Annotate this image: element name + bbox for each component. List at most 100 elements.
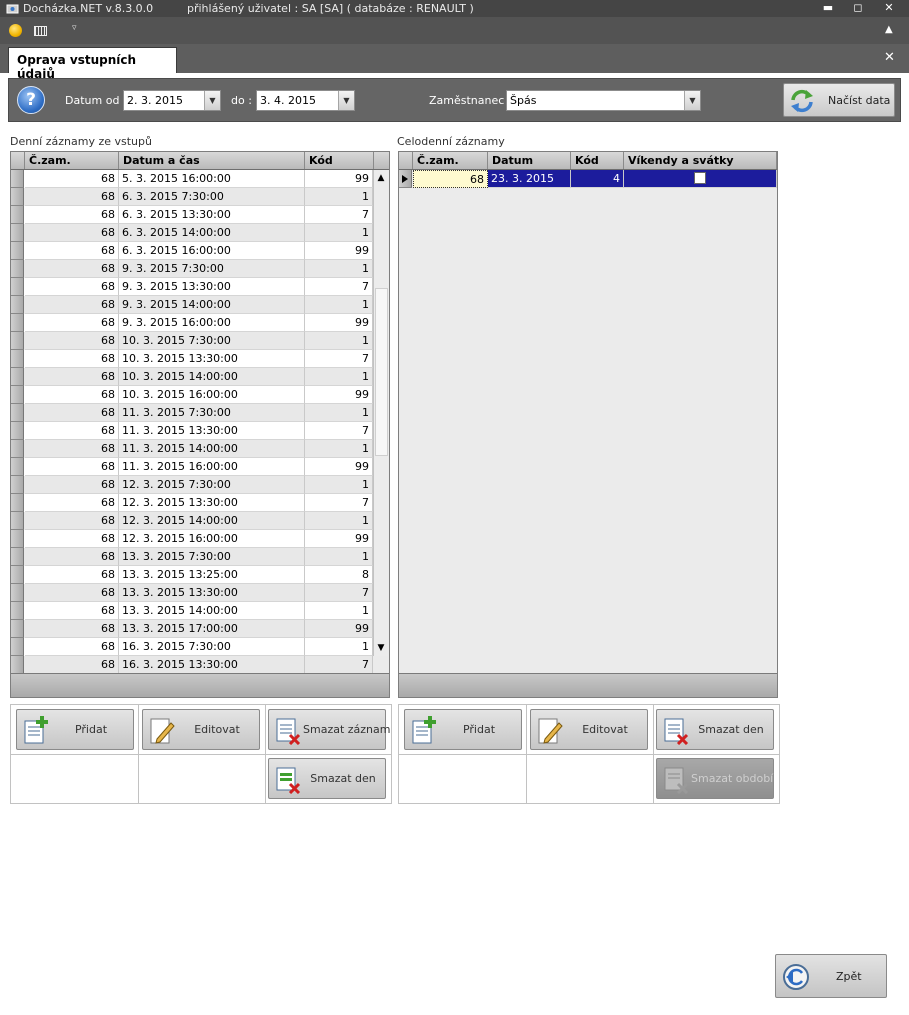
allday-add-button[interactable]: Přidat	[404, 709, 522, 750]
cell-employee-no[interactable]: 68	[25, 566, 119, 584]
cell-employee-no[interactable]: 68	[25, 620, 119, 638]
cell-datetime[interactable]: 13. 3. 2015 17:00:00	[119, 620, 305, 638]
cell-code[interactable]: 1	[305, 332, 373, 350]
cell-code[interactable]: 1	[305, 260, 373, 278]
cell-employee-no[interactable]: 68	[25, 494, 119, 512]
cell-employee-no[interactable]: 68	[25, 530, 119, 548]
chevron-down-icon[interactable]: ▼	[338, 91, 354, 110]
cell-employee-no[interactable]: 68	[25, 278, 119, 296]
column-header-datetime[interactable]: Datum a čas	[119, 152, 305, 169]
column-header-code[interactable]: Kód	[571, 152, 624, 169]
row-header[interactable]	[11, 188, 24, 206]
table-row[interactable]: 68 5. 3. 2015 16:00:00 99	[11, 170, 373, 188]
table-row[interactable]: 68 6. 3. 2015 13:30:00 7	[11, 206, 373, 224]
column-header-employee-no[interactable]: Č.zam.	[25, 152, 119, 169]
daily-delete-record-button[interactable]: Smazat záznam	[268, 709, 390, 750]
table-row[interactable]: 68 12. 3. 2015 16:00:00 99	[11, 530, 373, 548]
cell-code[interactable]: 7	[305, 206, 373, 224]
cell-code[interactable]: 7	[305, 422, 373, 440]
column-header-weekends-holidays[interactable]: Víkendy a svátky	[624, 152, 777, 169]
row-header[interactable]	[11, 242, 24, 260]
cell-code[interactable]: 1	[305, 440, 373, 458]
row-header[interactable]	[11, 278, 24, 296]
table-row[interactable]: 68 6. 3. 2015 7:30:00 1	[11, 188, 373, 206]
cell-code[interactable]: 1	[305, 404, 373, 422]
cell-code[interactable]: 7	[305, 350, 373, 368]
cell-code[interactable]: 1	[305, 548, 373, 566]
minimize-icon[interactable]: ▬	[819, 1, 837, 16]
cell-employee-no[interactable]: 68	[25, 512, 119, 530]
row-header[interactable]	[11, 494, 24, 512]
cell-employee-no[interactable]: 68	[25, 422, 119, 440]
daily-grid-scrollbar[interactable]: ▲ ▼	[373, 170, 388, 656]
table-row[interactable]: 68 11. 3. 2015 7:30:00 1	[11, 404, 373, 422]
cell-datetime[interactable]: 11. 3. 2015 16:00:00	[119, 458, 305, 476]
row-header[interactable]	[11, 458, 24, 476]
cell-datetime[interactable]: 9. 3. 2015 14:00:00	[119, 296, 305, 314]
column-header-code[interactable]: Kód	[305, 152, 374, 169]
cell-datetime[interactable]: 6. 3. 2015 16:00:00	[119, 242, 305, 260]
cell-code[interactable]: 8	[305, 566, 373, 584]
tab-oprava-vstupnich-udaju[interactable]: Oprava vstupních údajů	[8, 47, 177, 81]
table-row[interactable]: 68 12. 3. 2015 13:30:00 7	[11, 494, 373, 512]
table-row[interactable]: 68 10. 3. 2015 13:30:00 7	[11, 350, 373, 368]
table-row[interactable]: 68 13. 3. 2015 13:30:00 7	[11, 584, 373, 602]
cell-employee-no[interactable]: 68	[25, 386, 119, 404]
table-row[interactable]: 68 13. 3. 2015 13:25:00 8	[11, 566, 373, 584]
table-row[interactable]: 68 13. 3. 2015 17:00:00 99	[11, 620, 373, 638]
date-from-picker[interactable]: 2. 3. 2015 ▼	[123, 90, 221, 111]
allday-delete-period-button[interactable]: Smazat období	[656, 758, 774, 799]
table-row[interactable]: 68 9. 3. 2015 13:30:00 7	[11, 278, 373, 296]
cell-datetime[interactable]: 11. 3. 2015 13:30:00	[119, 422, 305, 440]
table-row[interactable]: 68 10. 3. 2015 7:30:00 1	[11, 332, 373, 350]
collapse-ribbon-icon[interactable]: ▲	[885, 24, 893, 35]
column-header-date[interactable]: Datum	[488, 152, 571, 169]
row-header[interactable]	[11, 224, 24, 242]
table-row[interactable]: 68 12. 3. 2015 14:00:00 1	[11, 512, 373, 530]
weekends-holidays-checkbox[interactable]	[694, 172, 706, 184]
table-row[interactable]: 68 12. 3. 2015 7:30:00 1	[11, 476, 373, 494]
cell-code[interactable]: 1	[305, 296, 373, 314]
cell-employee-no[interactable]: 68	[25, 584, 119, 602]
cell-code[interactable]: 1	[305, 638, 373, 656]
cell-code[interactable]: 7	[305, 584, 373, 602]
row-header[interactable]	[11, 368, 24, 386]
customize-toolbar-dropdown-icon[interactable]: ▿	[72, 23, 77, 33]
cell-code[interactable]: 7	[305, 494, 373, 512]
row-header[interactable]	[11, 620, 24, 638]
row-header[interactable]	[11, 638, 24, 656]
row-header[interactable]	[11, 512, 24, 530]
row-header[interactable]	[11, 314, 24, 332]
row-header[interactable]	[11, 656, 24, 674]
daily-add-button[interactable]: Přidat	[16, 709, 134, 750]
row-header[interactable]	[11, 350, 24, 368]
back-button[interactable]: Zpět	[775, 954, 887, 998]
maximize-icon[interactable]: ◻	[849, 1, 867, 16]
cell-datetime[interactable]: 13. 3. 2015 13:25:00	[119, 566, 305, 584]
cell-datetime[interactable]: 6. 3. 2015 14:00:00	[119, 224, 305, 242]
cell-code[interactable]: 99	[305, 458, 373, 476]
help-icon[interactable]: ?	[17, 86, 45, 114]
cell-employee-no[interactable]: 68	[25, 260, 119, 278]
table-row[interactable]: 68 10. 3. 2015 16:00:00 99	[11, 386, 373, 404]
cell-employee-no[interactable]: 68	[25, 368, 119, 386]
row-header[interactable]	[11, 404, 24, 422]
row-header[interactable]	[11, 260, 24, 278]
cell-datetime[interactable]: 16. 3. 2015 7:30:00	[119, 638, 305, 656]
cell-employee-no[interactable]: 68	[25, 242, 119, 260]
scroll-up-icon[interactable]: ▲	[374, 170, 388, 186]
row-header[interactable]	[11, 548, 24, 566]
daily-edit-button[interactable]: Editovat	[142, 709, 260, 750]
cell-datetime[interactable]: 9. 3. 2015 16:00:00	[119, 314, 305, 332]
cell-employee-no[interactable]: 68	[25, 458, 119, 476]
row-header[interactable]	[11, 602, 24, 620]
cell-employee-no[interactable]: 68	[25, 296, 119, 314]
cell-datetime[interactable]: 13. 3. 2015 13:30:00	[119, 584, 305, 602]
cell-code[interactable]: 99	[305, 620, 373, 638]
load-data-button[interactable]: Načíst data	[783, 83, 895, 117]
row-header[interactable]	[11, 476, 24, 494]
row-header[interactable]	[11, 296, 24, 314]
table-row[interactable]: 68 9. 3. 2015 7:30:00 1	[11, 260, 373, 278]
cell-code[interactable]: 99	[305, 242, 373, 260]
close-window-icon[interactable]: ✕	[880, 1, 898, 16]
